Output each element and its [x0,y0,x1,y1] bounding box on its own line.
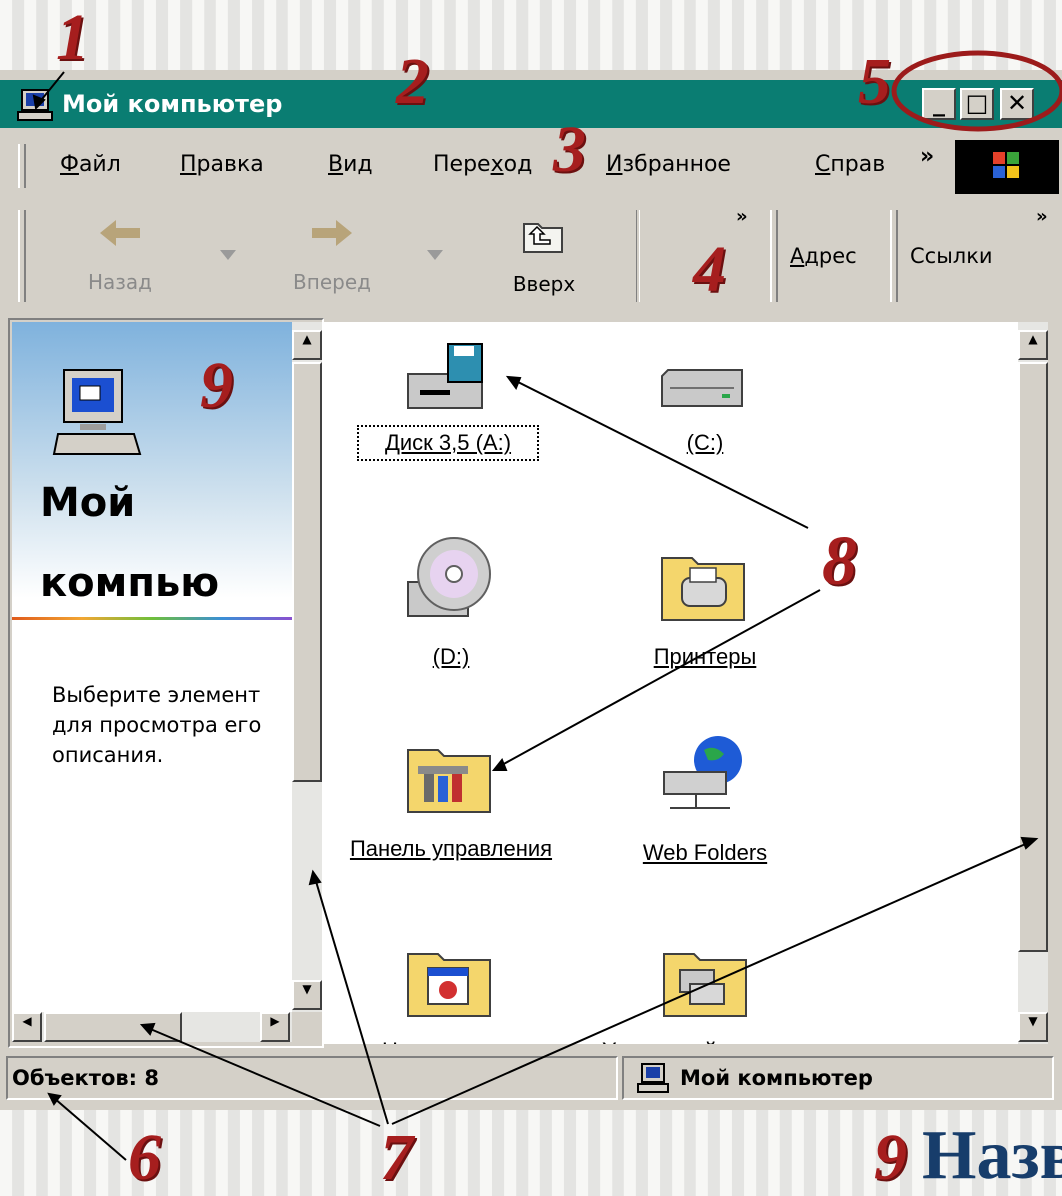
annotation-arrows [32,50,1062,1161]
annotation-2: 2 [396,45,429,118]
annotation-4: 4 [693,233,726,306]
annotation-5: 5 [858,45,891,118]
annotation-3: 3 [553,113,586,186]
annotation-8: 8 [822,523,857,600]
annotation-6: 6 [128,1121,161,1194]
annotation-1: 1 [56,1,89,74]
caption-text: Назва [922,1117,1062,1194]
annotation-9-caption-number: 9 [874,1121,907,1194]
annotation-9-pane: 9 [200,349,233,422]
annotation-7: 7 [380,1121,413,1194]
